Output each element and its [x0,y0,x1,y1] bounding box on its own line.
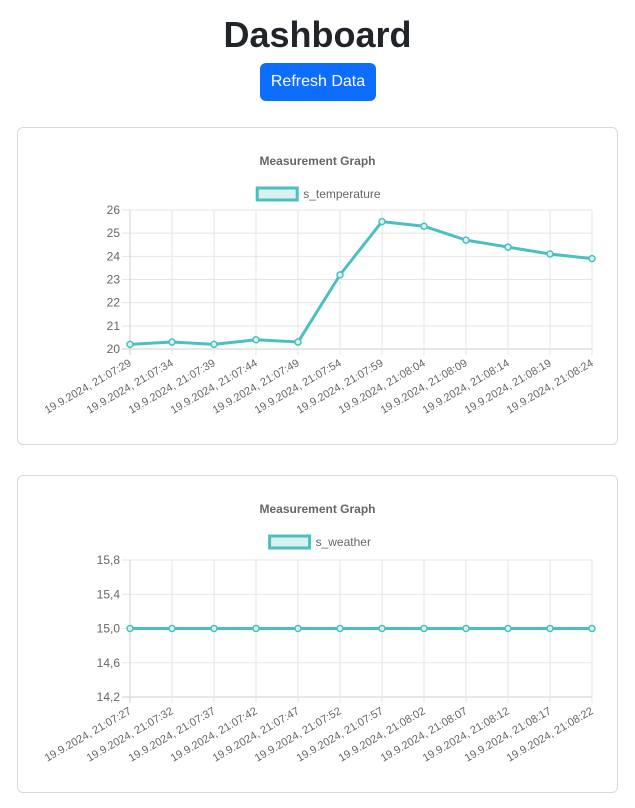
chart-0-y-tick-label: 23 [107,273,121,287]
chart-0-y-tick-label: 25 [107,226,121,240]
chart-1-y-tick-label: 14,2 [97,690,121,704]
chart-0-y-tick-label: 20 [107,342,121,356]
chart-0-data-point [294,338,302,346]
chart-0-y-tick-label: 21 [107,319,121,333]
chart-0-data-point [336,271,344,279]
chart-0-legend-label: s_temperature [303,187,381,201]
chart-0-data-point [588,254,596,263]
chart-1-data-point [336,624,344,633]
chart-1-data-point [462,624,470,633]
chart-1-data-point [504,624,512,633]
chart-1-data-point [294,624,302,633]
chart-card-temperature: Measurement Graph s_temperature 26 25 24 23 22… [17,127,618,445]
chart-1-data-point [420,624,428,633]
chart-1-data-point [378,624,386,633]
chart-0-data-point [252,335,260,344]
chart-card-weather: Measurement Graph s_weather 15,8 15,4 15,0 14… [17,475,618,793]
chart-1-data-point [546,624,554,633]
chart-1-y-tick-label: 15,8 [97,553,121,567]
chart-0-data-point [168,338,176,346]
chart-1-data-point [252,624,260,633]
weather-chart: Measurement Graph s_weather 15,8 15,4 15,0 14… [43,502,596,765]
chart-0-data-point [504,243,512,251]
chart-1-y-tick-label: 15,4 [97,587,121,601]
chart-1-y-tick-label: 15,0 [97,622,121,636]
temperature-chart: Measurement Graph s_temperature 26 25 24 23 22… [43,154,596,417]
chart-0-legend-swatch [255,186,299,202]
chart-1-y-tick-label: 14,6 [97,656,121,670]
chart-1-data-point [210,624,218,633]
chart-1-data-point [588,624,596,633]
chart-0-y-tick-label: 26 [107,203,121,217]
chart-0-data-point [546,250,554,258]
chart-1-title: Measurement Graph [259,502,375,516]
chart-1-legend-label: s_weather [316,535,371,549]
chart-0-title: Measurement Graph [259,154,375,168]
chart-1-legend-swatch [268,534,312,550]
chart-0-data-point [210,340,218,349]
chart-0-y-tick-label: 22 [107,296,121,310]
chart-1-data-point [126,624,134,633]
refresh-data-button[interactable]: Refresh Data [260,63,376,101]
chart-0-y-tick-label: 24 [107,249,121,263]
chart-0-data-point [462,236,470,244]
page-title: Dashboard [223,14,412,55]
chart-0-data-point [378,217,386,226]
chart-0-data-point [420,222,428,230]
chart-1-data-point [168,624,176,633]
chart-0-data-point [126,340,134,349]
